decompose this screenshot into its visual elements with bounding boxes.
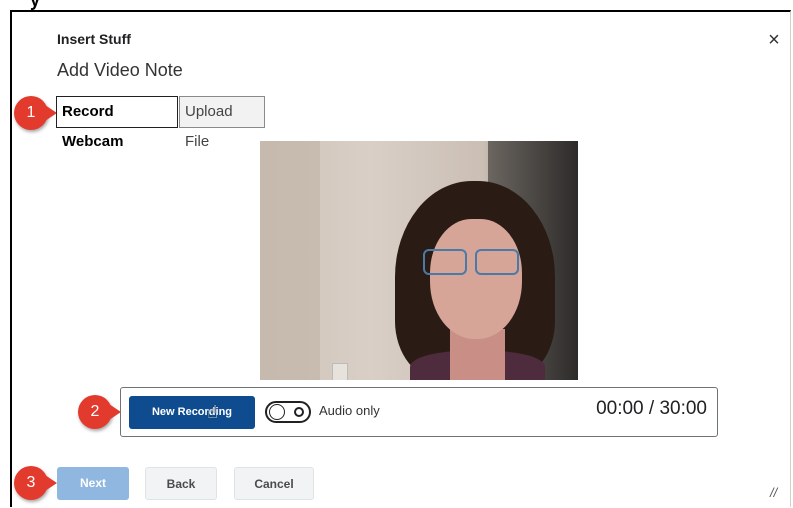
step-callout-3: 3 — [14, 466, 57, 500]
recorder-controls: New Recording ☝ Audio only 00:00 / 30:00 — [120, 387, 718, 437]
audio-only-label: Audio only — [319, 403, 380, 418]
audio-only-toggle[interactable] — [265, 401, 311, 423]
callout-number: 1 — [26, 104, 36, 121]
glasses-lens-right — [475, 249, 519, 275]
callout-number: 2 — [90, 403, 100, 420]
new-recording-label: New Recording — [151, 406, 233, 418]
webcam-person-glasses — [423, 249, 523, 275]
resize-handle-icon[interactable]: // — [770, 485, 777, 500]
callout-number: 3 — [26, 474, 36, 491]
toggle-knob — [269, 404, 285, 420]
wall-switchplate — [332, 363, 348, 380]
hand-cursor-icon: ☝ — [207, 402, 218, 422]
step-callout-1: 1 — [14, 96, 57, 130]
webcam-preview — [260, 141, 578, 380]
new-recording-button[interactable]: New Recording — [129, 396, 255, 429]
tab-upload-file[interactable]: Upload File — [179, 96, 265, 150]
toggle-off-indicator — [294, 407, 304, 417]
webcam-person-face — [430, 219, 522, 339]
cropped-heading-text: y — [30, 0, 41, 10]
step-callout-2: 2 — [78, 395, 121, 429]
page-header-strip: y — [0, 0, 793, 10]
recording-timer: 00:00 / 30:00 — [596, 398, 707, 419]
glasses-lens-left — [423, 249, 467, 275]
back-button[interactable]: Back — [145, 467, 217, 500]
close-icon[interactable]: × — [764, 30, 784, 50]
dialog-title: Add Video Note — [57, 60, 183, 80]
webcam-background — [260, 141, 320, 380]
callout-pointer — [45, 475, 57, 491]
dialog-kicker: Insert Stuff — [57, 31, 131, 47]
cancel-button[interactable]: Cancel — [234, 467, 314, 500]
tab-record-webcam[interactable]: Record Webcam — [56, 96, 178, 150]
next-button[interactable]: Next — [57, 467, 129, 500]
